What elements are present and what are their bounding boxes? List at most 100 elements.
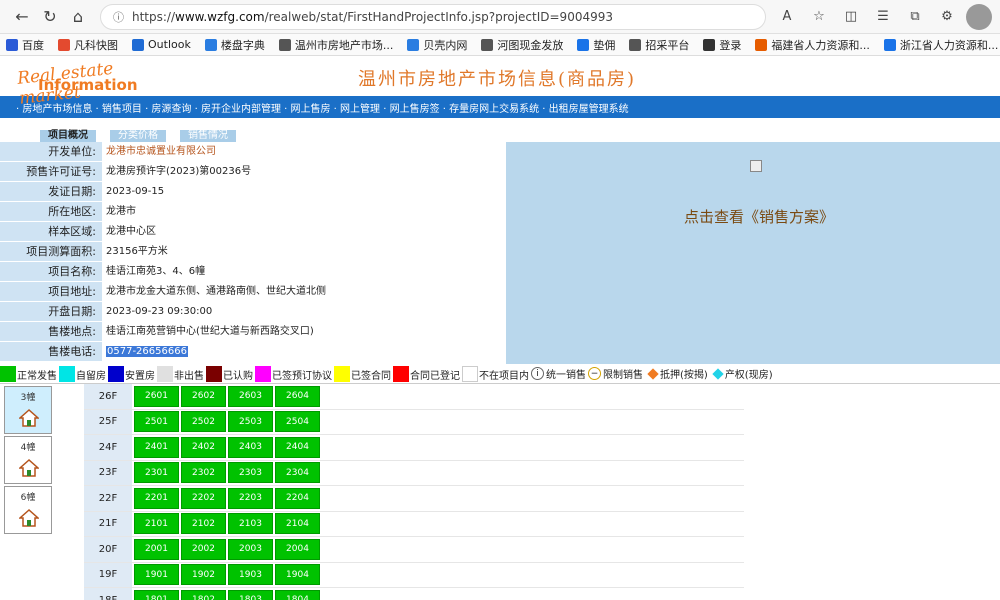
legend-item: 自留房 (59, 365, 106, 382)
bookmark-item[interactable]: 招采平台 (629, 37, 689, 53)
info-label: 所在地区: (0, 202, 102, 221)
bookmark-favicon-icon (703, 38, 716, 51)
bookmark-item[interactable]: 福建省人力资源和... (755, 37, 870, 53)
unit-cell[interactable]: 2102 (181, 513, 226, 535)
legend-swatch (255, 365, 271, 382)
unit-cell[interactable]: 1801 (134, 589, 179, 600)
unit-cell[interactable]: 2202 (181, 487, 226, 509)
info-row: 开盘日期: 2023-09-23 09:30:00 (0, 302, 506, 322)
unit-cell[interactable]: 2503 (228, 411, 273, 433)
unit-cell[interactable]: 2402 (181, 436, 226, 458)
unit-cell[interactable]: 2104 (275, 513, 320, 535)
unit-cell[interactable]: 1802 (181, 589, 226, 600)
floor-label: 19F (84, 562, 132, 587)
bookmark-item[interactable]: 凡科快图 (58, 37, 118, 53)
legend-item: 已认购 (206, 365, 253, 382)
unit-cell[interactable]: 2401 (134, 436, 179, 458)
back-arrow-icon[interactable]: ← (8, 3, 36, 31)
profile-icon[interactable] (966, 3, 992, 30)
extensions-icon[interactable]: ⚙ (934, 4, 960, 30)
collections-icon[interactable]: ⧉ (902, 4, 928, 30)
favorite-star-icon[interactable]: ☆ (806, 4, 832, 30)
info-label: 开发单位: (0, 142, 102, 161)
bookmark-item[interactable]: 温州市房地产市场... (278, 37, 393, 53)
bookmark-item[interactable]: 楼盘字典 (204, 37, 265, 53)
sales-plan-link[interactable]: 点击查看《销售方案》 (684, 206, 834, 227)
building-tab[interactable]: 3幢 (4, 386, 52, 434)
bookmark-item[interactable]: Outlook (132, 38, 191, 51)
unit-cell[interactable]: 2301 (134, 462, 179, 484)
unit-cell[interactable]: 1901 (134, 564, 179, 586)
legend-item: 正常发售 (0, 365, 57, 382)
unit-cell[interactable]: 2602 (181, 385, 226, 407)
unit-cell[interactable]: 2001 (134, 538, 179, 560)
read-aloud-icon[interactable]: A (774, 4, 800, 30)
bookmark-item[interactable]: 贝壳内网 (407, 37, 467, 53)
legend-label: 统一销售 (546, 370, 586, 381)
bookmark-favicon-icon (755, 38, 768, 51)
tab-price[interactable]: 分类价格 (110, 130, 166, 142)
bookmark-item[interactable]: 百度 (6, 37, 44, 53)
unit-cell[interactable]: 1803 (228, 589, 273, 600)
info-value[interactable]: 龙港市忠诚置业有限公司 (102, 142, 506, 161)
favorites-icon[interactable]: ☰ (870, 4, 896, 30)
unit-cell[interactable]: 2303 (228, 462, 273, 484)
unit-cell[interactable]: 2201 (134, 487, 179, 509)
unit-cell[interactable]: 2501 (134, 411, 179, 433)
info-label: 售楼地点: (0, 322, 102, 341)
unit-cell[interactable]: 2604 (275, 385, 320, 407)
floor-label: 24F (84, 435, 132, 460)
info-value: 桂语江南苑营销中心(世纪大道与新西路交叉口) (102, 322, 506, 341)
unit-cell[interactable]: 2603 (228, 385, 273, 407)
sales-plan-panel: 点击查看《销售方案》 (506, 142, 1000, 364)
unit-cell[interactable]: 2302 (181, 462, 226, 484)
building-tab[interactable]: 6幢 (4, 486, 52, 534)
info-row: 所在地区: 龙港市 (0, 202, 506, 222)
bookmark-item[interactable]: 垫佣 (577, 37, 615, 53)
main-menu[interactable]: · 房地产市场信息 · 销售项目 · 房源查询 · 房开企业内部管理 · 网上售… (0, 96, 1000, 118)
building-tab[interactable]: 4幢 (4, 436, 52, 484)
logo-line2: Information (38, 76, 138, 94)
unit-cell[interactable]: 1902 (181, 564, 226, 586)
unit-cell[interactable]: 2204 (275, 487, 320, 509)
address-bar[interactable]: ⓘ https://www.wzfg.com/realweb/stat/Firs… (100, 3, 766, 30)
split-screen-icon[interactable]: ◫ (838, 4, 864, 30)
unit-cell[interactable]: 1903 (228, 564, 273, 586)
browser-toolbar: ← ↻ ⌂ ⓘ https://www.wzfg.com/realweb/sta… (0, 0, 1000, 34)
unit-cell[interactable]: 1904 (275, 564, 320, 586)
site-logo[interactable]: Real estate market Information (16, 56, 148, 109)
legend-swatch (157, 365, 173, 382)
unit-cell[interactable]: 2403 (228, 436, 273, 458)
reload-icon[interactable]: ↻ (36, 3, 64, 31)
unit-cell[interactable]: 2101 (134, 513, 179, 535)
unit-cell[interactable]: 2404 (275, 436, 320, 458)
menu-text[interactable]: · 房地产市场信息 · 销售项目 · 房源查询 · 房开企业内部管理 · 网上售… (16, 100, 629, 115)
info-value: 23156平方米 (102, 242, 506, 261)
unit-cell[interactable]: 2601 (134, 385, 179, 407)
selected-phone: 0577-26656666 (106, 346, 188, 357)
site-info-icon[interactable]: ⓘ (113, 9, 124, 25)
unit-cell[interactable]: 2504 (275, 411, 320, 433)
info-row: 发证日期: 2023-09-15 (0, 182, 506, 202)
tab-overview[interactable]: 项目概况 (40, 130, 96, 142)
unit-group: 2301 2302 2303 2304 (132, 461, 320, 486)
unit-cell[interactable]: 1804 (275, 589, 320, 600)
legend-label: 已签合同 (351, 370, 391, 382)
unit-cell[interactable]: 2003 (228, 538, 273, 560)
status-legend: 正常发售 自留房 安置房 非出售 已认购 已签预订协议 已签合同 合同已登记 不在项目内 i 统一销… (0, 364, 1000, 384)
home-icon[interactable]: ⌂ (64, 3, 92, 31)
legend-label: 自留房 (76, 370, 106, 382)
unit-cell[interactable]: 2203 (228, 487, 273, 509)
unit-cell[interactable]: 2103 (228, 513, 273, 535)
page-title: 温州市房地产市场信息(商品房) (358, 69, 637, 90)
tab-sales[interactable]: 销售情况 (180, 130, 236, 142)
bookmark-item[interactable]: 浙江省人力资源和... (883, 37, 998, 53)
bookmark-item[interactable]: 登录 (703, 37, 741, 53)
unit-cell[interactable]: 2004 (275, 538, 320, 560)
bookmark-item[interactable]: 河图现金发放 (481, 37, 563, 53)
unit-cell[interactable]: 2002 (181, 538, 226, 560)
unit-cell[interactable]: 2502 (181, 411, 226, 433)
info-label: 开盘日期: (0, 302, 102, 321)
unit-cell[interactable]: 2304 (275, 462, 320, 484)
building-list: 3幢 4幢 6幢 (0, 384, 84, 600)
